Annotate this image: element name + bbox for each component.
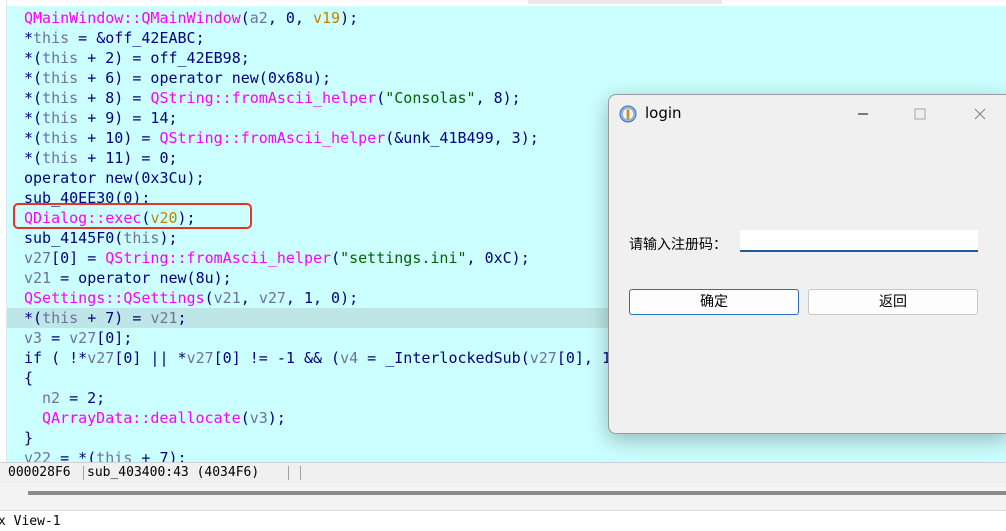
bottom-view-tab[interactable]: x View-1 [0, 510, 1006, 531]
code-line-13[interactable]: v27[0] = QString::fromAscii_helper("sett… [24, 248, 530, 268]
tab-strip [0, 0, 1006, 6]
gutter [0, 0, 7, 462]
dialog-title: login [645, 104, 682, 122]
annotation-highlight-box [13, 203, 252, 229]
code-line-21[interactable]: QArrayData::deallocate(v3); [24, 408, 286, 428]
code-line-2[interactable]: *this = &off_42EABC; [24, 28, 205, 48]
confirm-button[interactable]: 确定 [629, 289, 799, 315]
registration-code-label: 请输入注册码： [629, 237, 727, 253]
code-line-8[interactable]: *(this + 11) = 0; [24, 148, 178, 168]
status-separator [83, 466, 84, 480]
status-separator [288, 466, 289, 480]
code-line-15[interactable]: QSettings::QSettings(v21, v27, 1, 0); [24, 288, 358, 308]
code-line-5[interactable]: *(this + 8) = QString::fromAscii_helper(… [24, 88, 521, 108]
horizontal-scrollbar[interactable] [28, 491, 1006, 495]
code-line-3[interactable]: *(this + 2) = off_42EB98; [24, 48, 250, 68]
view-tab-label: x View-1 [0, 514, 61, 529]
code-line-7[interactable]: *(this + 10) = QString::fromAscii_helper… [24, 128, 539, 148]
code-line-20[interactable]: n2 = 2; [24, 388, 105, 408]
code-line-23[interactable]: v22 = *(this + 7); [24, 448, 187, 462]
status-separator [300, 466, 301, 480]
status-bar: 000028F6 sub_403400:43 (4034F6) [0, 462, 1006, 483]
code-line-18[interactable]: if ( !*v27[0] || *v27[0] != -1 && (v4 = … [24, 348, 611, 368]
code-line-1[interactable]: QMainWindow::QMainWindow(a2, 0, v19); [24, 8, 358, 28]
code-line-17[interactable]: v3 = v27[0]; [24, 328, 132, 348]
login-dialog: login 请输入注册码： 确定 返回 [608, 94, 1006, 434]
code-line-6[interactable]: *(this + 9) = 14; [24, 108, 178, 128]
app-icon [619, 105, 637, 123]
code-line-9[interactable]: operator new(0x3Cu); [24, 168, 205, 188]
status-address: 000028F6 [8, 465, 71, 480]
minimize-icon[interactable] [848, 103, 878, 125]
back-button[interactable]: 返回 [808, 289, 978, 315]
registration-code-input[interactable] [740, 230, 978, 252]
dialog-title-bar[interactable]: login [609, 95, 1006, 133]
status-location: sub_403400:43 (4034F6) [87, 465, 260, 480]
code-line-19[interactable]: { [24, 368, 33, 388]
code-line-16[interactable]: *(this + 7) = v21; [24, 308, 187, 328]
code-line-22[interactable]: } [24, 428, 33, 448]
code-line-14[interactable]: v21 = operator new(8u); [24, 268, 232, 288]
code-line-12[interactable]: sub_4145F0(this); [24, 228, 178, 248]
close-icon[interactable] [965, 103, 995, 125]
tab[interactable] [528, 0, 722, 4]
maximize-icon[interactable] [905, 103, 935, 125]
code-line-4[interactable]: *(this + 6) = operator new(0x68u); [24, 68, 331, 88]
